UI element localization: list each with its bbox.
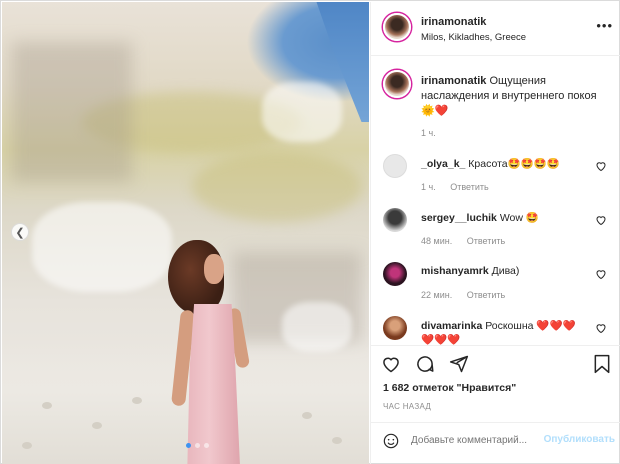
avatar[interactable]	[383, 154, 407, 178]
comment-input[interactable]	[411, 431, 539, 449]
location-link[interactable]: Milos, Kikladhes, Greece	[421, 32, 526, 43]
comment-username[interactable]: mishanyamrk	[421, 265, 489, 277]
comment-time[interactable]: 1 ч.	[421, 182, 436, 192]
comment-item: divamarinka Роскошна ❤️❤️❤️ ❤️❤️❤️	[371, 316, 620, 346]
cliff-band	[192, 152, 362, 222]
post-modal: ❮ irinamonatik Milos, Kikladhes, Greece …	[0, 0, 620, 464]
avatar[interactable]	[383, 208, 407, 232]
add-comment-bar: Опубликовать	[371, 422, 620, 456]
avatar[interactable]	[383, 262, 407, 286]
heart-icon[interactable]	[595, 214, 607, 226]
comment-time[interactable]: 22 мин.	[421, 290, 452, 300]
carousel-dot	[195, 443, 200, 448]
pebble	[22, 442, 32, 449]
pebble	[132, 397, 142, 404]
heart-icon[interactable]	[595, 322, 607, 334]
cliff-shade	[12, 42, 132, 182]
caption-emoji: 🌞❤️	[421, 105, 449, 117]
pebble	[302, 412, 312, 419]
comment-text: Роскошна ❤️❤️❤️	[485, 320, 576, 332]
comment-text: Красота🤩🤩🤩🤩	[468, 158, 560, 170]
post-side-panel: irinamonatik Milos, Kikladhes, Greece ••…	[370, 2, 620, 464]
comment-line: divamarinka Роскошна ❤️❤️❤️	[421, 319, 576, 332]
carousel-dot-active	[186, 443, 191, 448]
comment-text: Дива)	[491, 265, 520, 277]
comment-username[interactable]: sergey__luchik	[421, 212, 497, 224]
reply-button[interactable]: Ответить	[467, 290, 505, 300]
pebble	[332, 437, 342, 444]
comment-item: _olya_k_ Красота🤩🤩🤩🤩 1 ч. Ответить	[371, 154, 620, 206]
comment-meta: 22 мин. Ответить	[421, 290, 505, 300]
more-horizontal-icon[interactable]: •••	[596, 18, 613, 33]
carousel-dots	[186, 443, 209, 448]
avatar[interactable]	[383, 70, 411, 98]
comment-username[interactable]: divamarinka	[421, 320, 482, 332]
comment-meta: 48 мин. Ответить	[421, 236, 505, 246]
rock	[262, 82, 342, 142]
likes-count[interactable]: 1 682 отметок "Нравится"	[383, 382, 516, 394]
carousel-dot	[204, 443, 209, 448]
caption-text: irinamonatik Ощущения наслаждения и внут…	[421, 74, 611, 104]
comment-item: mishanyamrk Дива) 22 мин. Ответить	[371, 262, 620, 314]
comment-text: Wow 🤩	[499, 212, 539, 224]
emoji-icon[interactable]	[383, 433, 399, 449]
comment-meta: 1 ч. Ответить	[421, 182, 489, 192]
comment-line: _olya_k_ Красота🤩🤩🤩🤩	[421, 157, 560, 170]
caption-username[interactable]: irinamonatik	[421, 75, 486, 87]
publish-button[interactable]: Опубликовать	[544, 434, 615, 445]
comment-line: sergey__luchik Wow 🤩	[421, 211, 539, 224]
share-icon[interactable]	[449, 354, 469, 374]
comment-time[interactable]: 48 мин.	[421, 236, 452, 246]
bookmark-icon[interactable]	[593, 354, 611, 374]
author-username[interactable]: irinamonatik	[421, 16, 486, 28]
comment-username[interactable]: _olya_k_	[421, 158, 465, 170]
reply-button[interactable]: Ответить	[450, 182, 488, 192]
face	[204, 254, 224, 284]
comment-icon[interactable]	[415, 354, 435, 374]
comment-item: sergey__luchik Wow 🤩 48 мин. Ответить	[371, 208, 620, 260]
avatar[interactable]	[383, 316, 407, 340]
caption-time[interactable]: 1 ч.	[421, 128, 436, 138]
post-photo[interactable]: ❮	[2, 2, 369, 464]
pebble	[92, 422, 102, 429]
chevron-left-icon[interactable]: ❮	[11, 223, 29, 241]
avatar[interactable]	[383, 13, 411, 41]
action-icons	[381, 354, 469, 374]
pebble	[42, 402, 52, 409]
woman-figure	[162, 240, 262, 464]
heart-icon[interactable]	[381, 354, 401, 374]
post-header: irinamonatik Milos, Kikladhes, Greece ••…	[371, 2, 620, 56]
heart-icon[interactable]	[595, 268, 607, 280]
comment-line: mishanyamrk Дива)	[421, 265, 519, 277]
rock	[32, 202, 172, 292]
posted-time[interactable]: ЧАС НАЗАД	[383, 402, 431, 411]
heart-icon[interactable]	[595, 160, 607, 172]
reply-button[interactable]: Ответить	[467, 236, 505, 246]
post-actions: 1 682 отметок "Нравится" ЧАС НАЗАД Опубл…	[371, 345, 620, 455]
bookmark-button[interactable]	[593, 354, 611, 374]
